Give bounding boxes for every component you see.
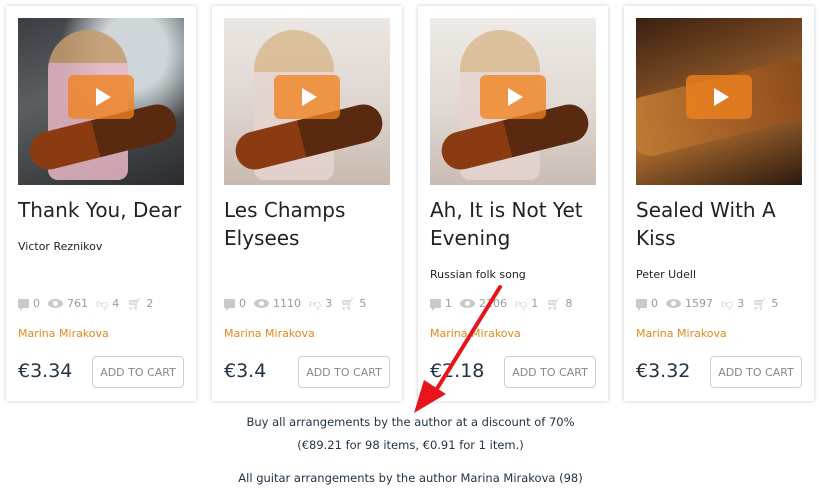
views-count: 1110 [273, 297, 301, 310]
eye-icon [666, 299, 681, 308]
card-stats: 0 1110 👎︎ 3 🛒︎ 5 [224, 296, 396, 311]
arrangement-card: Ah, It is Not Yet Evening Russian folk s… [418, 6, 608, 401]
carts-count: 8 [565, 297, 573, 310]
comments-count: 0 [651, 297, 658, 310]
dislike-icon: 👎︎ [309, 296, 322, 311]
views-count: 761 [67, 297, 88, 310]
arrangement-card: Thank You, Dear Victor Reznikov 0 761 👎︎… [6, 6, 196, 401]
dislikes-count: 1 [531, 297, 539, 310]
card-title[interactable]: Les Champs Elysees [224, 196, 394, 252]
comment-icon [430, 299, 441, 311]
eye-icon [254, 299, 269, 308]
card-stats: 1 2106 👎︎ 1 🛒︎ 8 [430, 296, 602, 311]
video-thumbnail[interactable] [224, 18, 390, 185]
card-title[interactable]: Sealed With A Kiss [636, 196, 806, 252]
comment-icon [18, 299, 29, 311]
price: €3.32 [636, 360, 691, 382]
author-link[interactable]: Marina Mirakova [430, 327, 521, 340]
carts-count: 5 [771, 297, 779, 310]
dislike-icon: 👎︎ [96, 296, 109, 311]
author-link[interactable]: Marina Mirakova [224, 327, 315, 340]
add-to-cart-button[interactable]: ADD TO CART [504, 356, 596, 388]
cart-icon: 🛒︎ [127, 296, 143, 311]
add-to-cart-button[interactable]: ADD TO CART [298, 356, 390, 388]
comment-icon [636, 299, 647, 311]
video-thumbnail[interactable] [430, 18, 596, 185]
cart-icon: 🛒︎ [340, 296, 356, 311]
composer-name: Victor Reznikov [18, 240, 103, 253]
cart-icon: 🛒︎ [752, 296, 768, 311]
play-icon[interactable] [68, 75, 134, 119]
comment-icon [224, 299, 235, 311]
dislike-icon: 👎︎ [515, 296, 528, 311]
carts-count: 5 [359, 297, 367, 310]
views-count: 2106 [479, 297, 507, 310]
comments-count: 0 [239, 297, 246, 310]
play-icon[interactable] [480, 75, 546, 119]
price: €3.4 [224, 360, 267, 382]
play-icon[interactable] [686, 75, 752, 119]
price: €3.34 [18, 360, 73, 382]
bundle-details: (€89.21 for 98 items, €0.91 for 1 item.) [297, 438, 524, 452]
arrangement-cards: Thank You, Dear Victor Reznikov 0 761 👎︎… [6, 6, 816, 401]
play-icon[interactable] [274, 75, 340, 119]
composer-name: Peter Udell [636, 268, 697, 281]
eye-icon [460, 299, 475, 308]
arrangement-card: Sealed With A Kiss Peter Udell 0 1597 👎︎… [624, 6, 814, 401]
eye-icon [48, 299, 63, 308]
video-thumbnail[interactable] [18, 18, 184, 185]
card-title[interactable]: Ah, It is Not Yet Evening [430, 196, 600, 252]
card-stats: 0 1597 👎︎ 3 🛒︎ 5 [636, 296, 808, 311]
carts-count: 2 [146, 297, 154, 310]
cart-icon: 🛒︎ [546, 296, 562, 311]
dislike-icon: 👎︎ [721, 296, 734, 311]
author-link[interactable]: Marina Mirakova [636, 327, 727, 340]
price: €2.18 [430, 360, 485, 382]
dislikes-count: 3 [325, 297, 333, 310]
card-title[interactable]: Thank You, Dear [18, 196, 188, 224]
dislikes-count: 4 [112, 297, 120, 310]
views-count: 1597 [685, 297, 713, 310]
video-thumbnail[interactable] [636, 18, 802, 185]
arrangement-card: Les Champs Elysees 0 1110 👎︎ 3 🛒︎ 5 Marina… [212, 6, 402, 401]
composer-name: Russian folk song [430, 268, 526, 281]
add-to-cart-button[interactable]: ADD TO CART [92, 356, 184, 388]
add-to-cart-button[interactable]: ADD TO CART [710, 356, 802, 388]
card-stats: 0 761 👎︎ 4 🛒︎ 2 [18, 296, 190, 311]
comments-count: 1 [445, 297, 452, 310]
author-link[interactable]: Marina Mirakova [18, 327, 109, 340]
all-arrangements-link[interactable]: All guitar arrangements by the author Ma… [0, 471, 821, 485]
dislikes-count: 3 [737, 297, 745, 310]
comments-count: 0 [33, 297, 40, 310]
bundle-offer-link[interactable]: Buy all arrangements by the author at a … [0, 415, 821, 429]
